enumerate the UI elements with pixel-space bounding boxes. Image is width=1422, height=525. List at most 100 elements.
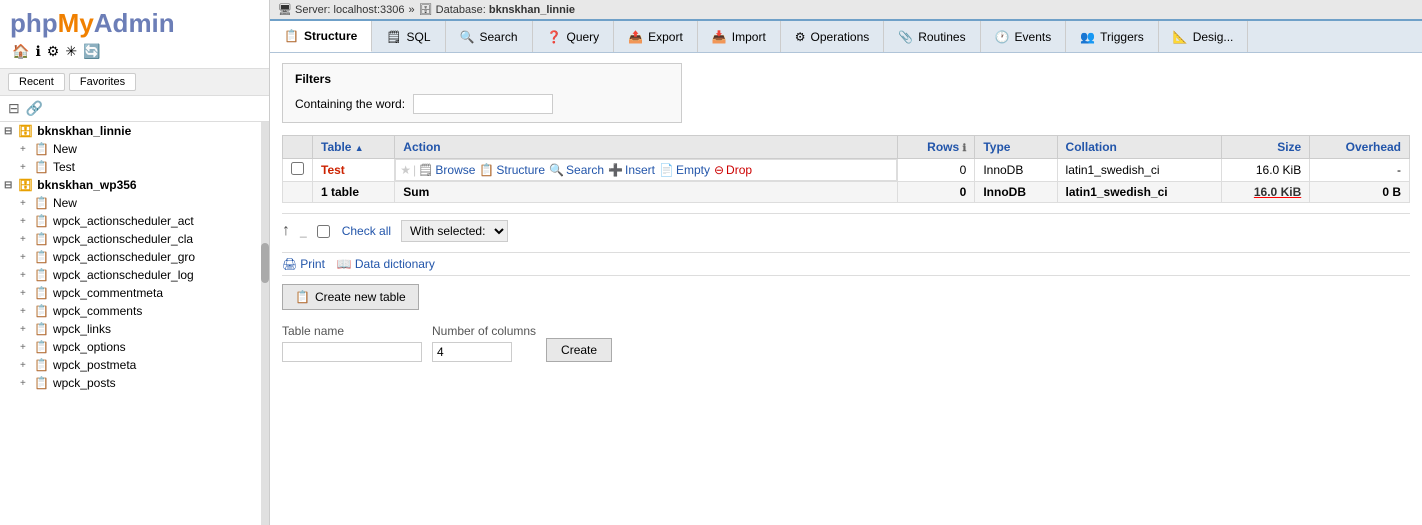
tree-item-wpck-comments[interactable]: + 📋 wpck_comments	[0, 302, 261, 320]
drop-link[interactable]: Drop	[726, 163, 752, 177]
summary-count: 1 table	[313, 182, 395, 203]
tree-item-wpck-commentmeta[interactable]: + 📋 wpck_commentmeta	[0, 284, 261, 302]
create-table-icon: 📋	[295, 290, 310, 304]
table-icon: 📋	[34, 268, 49, 282]
expand-icon: +	[20, 162, 30, 173]
columns-group: Number of columns	[432, 324, 536, 362]
tab-structure[interactable]: 📋 Structure	[270, 21, 372, 52]
filter-row: Containing the word:	[295, 94, 669, 114]
table-icon: 📋	[34, 358, 49, 372]
row-collation-value: latin1_swedish_ci	[1066, 163, 1160, 177]
tree-item-new2[interactable]: + 📋 New	[0, 194, 261, 212]
empty-link[interactable]: Empty	[676, 163, 710, 177]
breadcrumb-db-name: bknskhan_linnie	[489, 4, 575, 16]
home-icon[interactable]: 🏠	[12, 43, 29, 60]
check-all-label[interactable]: Check all	[342, 224, 391, 238]
row-overhead-value: -	[1397, 163, 1401, 177]
info-icon[interactable]: ℹ	[963, 143, 967, 154]
summary-row: 1 table Sum 0 InnoDB latin1_swedish_ci	[283, 182, 1410, 203]
create-new-table-button[interactable]: 📋 Create new table	[282, 284, 419, 310]
tab-import[interactable]: 📥 Import	[698, 21, 781, 52]
tab-export[interactable]: 📤 Export	[614, 21, 698, 52]
table-icon: 📋	[34, 340, 49, 354]
data-dictionary-link[interactable]: 📖 Data dictionary	[337, 257, 435, 271]
sidebar-scroll-thumb[interactable]	[261, 243, 269, 283]
db-icon: 🗄	[18, 124, 33, 138]
tab-events[interactable]: 🕐 Events	[981, 21, 1067, 52]
drop-icon: ⊖	[714, 163, 724, 177]
logo-php: php	[10, 8, 58, 38]
info-icon[interactable]: ℹ	[35, 43, 40, 60]
scroll-up-icon[interactable]: ↑	[282, 222, 290, 240]
with-selected-dropdown[interactable]: With selected: Drop Empty Check table Op…	[401, 220, 508, 242]
th-action: Action	[395, 136, 898, 159]
operations-tab-icon: ⚙	[795, 30, 806, 44]
tree-item-wpck-postmeta[interactable]: + 📋 wpck_postmeta	[0, 356, 261, 374]
tab-triggers[interactable]: 👥 Triggers	[1066, 21, 1159, 52]
table-icon: 📋	[34, 142, 49, 156]
filters-section: Filters Containing the word:	[282, 63, 682, 123]
sql-tab-label: SQL	[407, 30, 431, 44]
expand-icon: +	[20, 198, 30, 209]
settings-icon[interactable]: ⚙	[47, 43, 60, 60]
th-table[interactable]: Table ▲	[313, 136, 395, 159]
collapse-icon[interactable]: ⊟	[8, 100, 20, 117]
browse-link[interactable]: Browse	[435, 163, 475, 177]
recent-tab[interactable]: Recent	[8, 73, 65, 91]
refresh-icon[interactable]: 🔄	[83, 43, 100, 60]
sidebar: phpMyAdmin 🏠 ℹ ⚙ ✳ 🔄 Recent Favorites ⊟ …	[0, 0, 270, 525]
tree-item-wpck-options[interactable]: + 📋 wpck_options	[0, 338, 261, 356]
summary-type: InnoDB	[975, 182, 1057, 203]
create-button[interactable]: Create	[546, 338, 612, 362]
row-actions: ★ | 🗒 Browse 📋 Structure 🔍 Search ➕ Inse…	[395, 159, 897, 181]
table-name-link[interactable]: Test	[321, 163, 345, 177]
table-icon: 📋	[34, 160, 49, 174]
tab-search[interactable]: 🔍 Search	[446, 21, 533, 52]
print-link[interactable]: 🖨 Print	[282, 257, 325, 271]
tab-operations[interactable]: ⚙ Operations	[781, 21, 884, 52]
tree-item-new1[interactable]: + 📋 New	[0, 140, 261, 158]
tree-item-wpck-actionscheduler-act[interactable]: + 📋 wpck_actionscheduler_act	[0, 212, 261, 230]
import-tab-icon: 📥	[712, 30, 727, 44]
favorite-icon[interactable]: ★	[400, 163, 411, 177]
tab-routines[interactable]: 📎 Routines	[884, 21, 980, 52]
columns-label: Number of columns	[432, 324, 536, 338]
insert-link[interactable]: Insert	[625, 163, 655, 177]
tree-item-test[interactable]: + 📋 Test	[0, 158, 261, 176]
tab-designer[interactable]: 📐 Desig...	[1159, 21, 1249, 52]
tab-sql[interactable]: 🗒 SQL	[372, 21, 445, 52]
breadcrumb-db-keyword: Database:	[436, 4, 486, 16]
summary-rows: 0	[897, 182, 974, 203]
tree-label: wpck_actionscheduler_act	[53, 214, 194, 228]
tab-query[interactable]: ❓ Query	[533, 21, 615, 52]
sidebar-scrollbar[interactable]	[261, 122, 269, 525]
search-link[interactable]: Search	[566, 163, 604, 177]
filter-input[interactable]	[413, 94, 553, 114]
tab-bar: 📋 Structure 🗒 SQL 🔍 Search ❓ Query 📤 Exp…	[270, 21, 1422, 53]
create-btn-label: Create	[561, 343, 597, 357]
tree-label: wpck_links	[53, 322, 111, 336]
tree-item-wpck-actionscheduler-log[interactable]: + 📋 wpck_actionscheduler_log	[0, 266, 261, 284]
tree-db-bknskhan-linnie[interactable]: ⊟ 🗄 bknskhan_linnie	[0, 122, 261, 140]
star-icon[interactable]: ✳	[65, 43, 77, 60]
th-size-label: Size	[1277, 140, 1301, 154]
tree-item-wpck-posts[interactable]: + 📋 wpck_posts	[0, 374, 261, 392]
link-icon[interactable]: 🔗	[26, 100, 43, 117]
summary-sum: Sum	[395, 182, 898, 203]
columns-input[interactable]	[432, 342, 512, 362]
check-all-checkbox[interactable]	[317, 225, 330, 238]
row-size: 16.0 KiB	[1221, 159, 1310, 182]
tree-item-wpck-actionscheduler-cla[interactable]: + 📋 wpck_actionscheduler_cla	[0, 230, 261, 248]
insert-icon: ➕	[608, 163, 623, 177]
table-name-input[interactable]	[282, 342, 422, 362]
tree-item-wpck-actionscheduler-gro[interactable]: + 📋 wpck_actionscheduler_gro	[0, 248, 261, 266]
row-checkbox[interactable]	[291, 162, 304, 175]
tables-section: Table ▲ Action Rows ℹ Type	[282, 135, 1410, 203]
favorites-tab[interactable]: Favorites	[69, 73, 136, 91]
tree-item-wpck-links[interactable]: + 📋 wpck_links	[0, 320, 261, 338]
dictionary-icon: 📖	[337, 257, 352, 271]
structure-link[interactable]: Structure	[496, 163, 545, 177]
tree-db-bknskhan-wp356[interactable]: ⊟ 🗄 bknskhan_wp356	[0, 176, 261, 194]
row-type-value: InnoDB	[983, 163, 1023, 177]
tree-label: wpck_actionscheduler_gro	[53, 250, 195, 264]
